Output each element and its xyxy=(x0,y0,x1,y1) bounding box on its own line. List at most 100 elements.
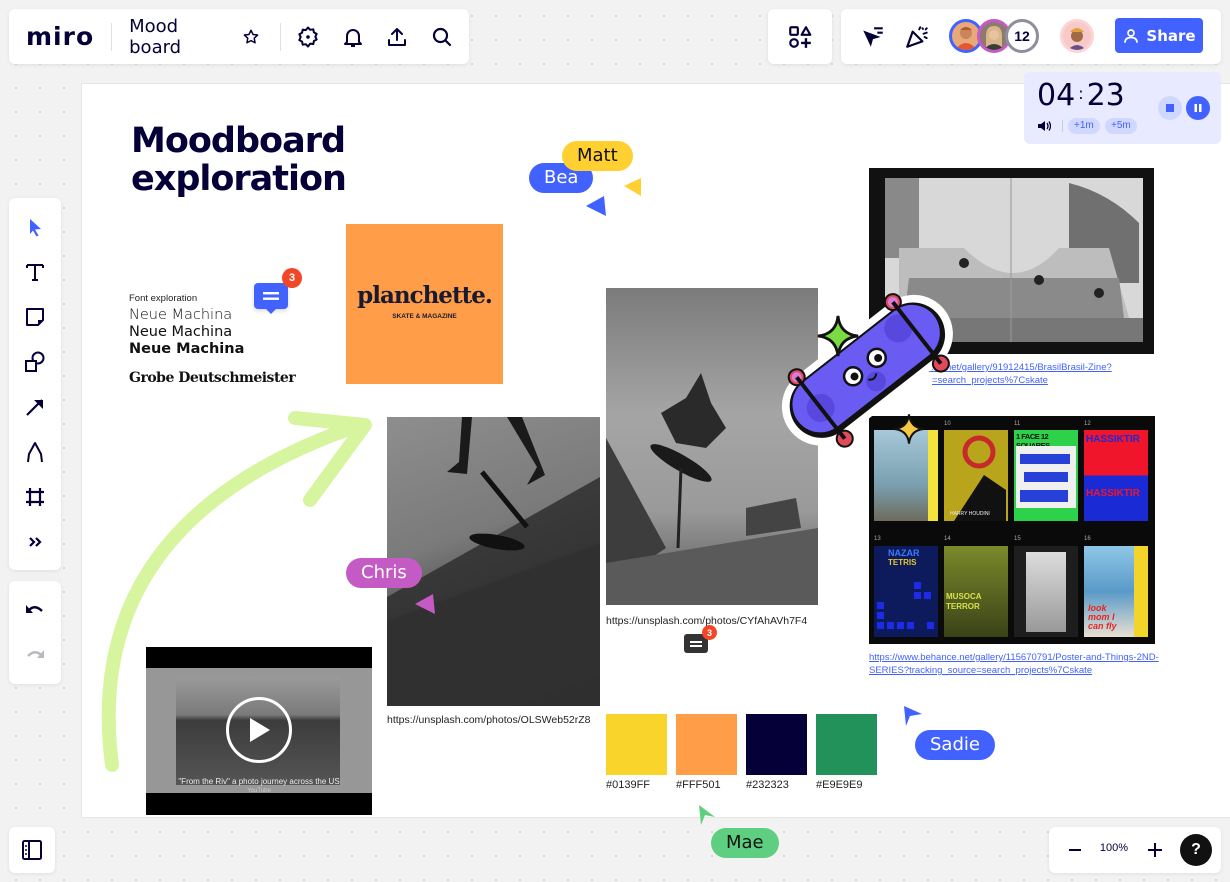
comment-count-badge: 3 xyxy=(702,625,717,640)
board-panel-toggle[interactable] xyxy=(9,827,55,873)
poster xyxy=(1014,546,1078,637)
user-icon xyxy=(1124,28,1139,43)
pen-tool[interactable] xyxy=(9,430,61,474)
share-label: Share xyxy=(1146,26,1196,45)
photo-skater-shadow[interactable] xyxy=(387,417,600,706)
apps-button[interactable] xyxy=(768,9,832,64)
add-1m-button[interactable]: +1m xyxy=(1068,118,1100,134)
notifications-icon[interactable] xyxy=(335,19,371,55)
board-title[interactable]: Mood board xyxy=(129,16,235,58)
swatch-label: #0139FF xyxy=(606,779,651,791)
pause-timer-button[interactable] xyxy=(1186,96,1210,120)
link-line: https://www.behance.net/gallery/11567079… xyxy=(869,652,1159,663)
poster-number: 14 xyxy=(944,536,951,542)
undo-button[interactable] xyxy=(9,589,61,631)
timer-minutes: 04 xyxy=(1037,78,1076,113)
timer-display: 04:23 xyxy=(1037,78,1125,113)
sticky-note-icon xyxy=(26,308,44,326)
shapes-icon xyxy=(25,351,45,372)
timer-separator: : xyxy=(1078,84,1084,103)
pen-icon xyxy=(27,442,43,463)
poster: look mom I can fly xyxy=(1084,546,1148,637)
board-heading[interactable]: Moodboard exploration xyxy=(131,121,347,198)
divider xyxy=(111,22,113,51)
miro-logo[interactable]: miro xyxy=(26,22,94,51)
minus-icon xyxy=(1069,849,1081,851)
search-icon[interactable] xyxy=(424,19,460,55)
poster: HASSIKTIR HASSIKTIR xyxy=(1084,430,1148,521)
export-icon[interactable] xyxy=(379,19,415,55)
arrow-tool[interactable] xyxy=(9,385,61,429)
video-source: YouTube xyxy=(247,788,271,794)
creation-toolbar xyxy=(9,198,61,570)
cursor-pointer-bea xyxy=(586,196,606,216)
celebrate-icon[interactable] xyxy=(901,21,933,53)
heading-line-1: Moodboard xyxy=(131,121,346,161)
shapes-plus-icon xyxy=(789,25,812,48)
frame-tool[interactable] xyxy=(9,475,61,519)
select-tool[interactable] xyxy=(9,205,61,249)
color-swatch[interactable] xyxy=(746,714,807,775)
cursor-pointer-matt xyxy=(624,178,641,196)
zoom-level[interactable]: 100% xyxy=(1093,842,1135,854)
frame-icon xyxy=(26,488,44,506)
swatch-label: #232323 xyxy=(746,779,789,791)
settings-icon[interactable] xyxy=(290,19,326,55)
cursor-pointer-chris xyxy=(415,594,435,614)
font-sample-regular: Neue Machina xyxy=(129,324,233,340)
poster-number: 15 xyxy=(1014,536,1021,542)
color-swatch[interactable] xyxy=(676,714,737,775)
link-line: SERIES?tracking_source=search_projects%7… xyxy=(869,665,1093,676)
cursor-icon xyxy=(30,219,41,237)
text-tool[interactable] xyxy=(9,250,61,294)
collaboration-bar: 12 Share xyxy=(841,9,1221,64)
sparkle-icon xyxy=(894,414,924,444)
skateboard-sticker[interactable] xyxy=(768,276,968,466)
behance-link[interactable]: https://www.behance.net/gallery/11567079… xyxy=(869,651,1159,677)
volume-icon[interactable] xyxy=(1036,119,1052,133)
poster-text: MUSOCA TERROR xyxy=(946,592,982,611)
comment-pointer xyxy=(266,309,276,314)
poster-text: HARRY HOUDINI xyxy=(950,511,990,517)
poster-text: HASSIKTIR xyxy=(1086,434,1140,445)
shapes-tool[interactable] xyxy=(9,340,61,384)
comment-icon xyxy=(690,640,702,647)
photo-url[interactable]: https://unsplash.com/photos/OLSWeb52rZ8 xyxy=(387,714,591,726)
color-swatch[interactable] xyxy=(816,714,877,775)
play-button[interactable] xyxy=(226,697,292,763)
poster: NAZAR TETRIS xyxy=(874,546,938,637)
planchette-logo-card[interactable]: planchette. SKATE & MAGAZINE xyxy=(346,224,503,384)
pause-icon xyxy=(1194,104,1202,112)
zoom-in-button[interactable] xyxy=(1143,838,1167,862)
swatch-label: #FFF501 xyxy=(676,779,721,791)
color-swatch[interactable] xyxy=(606,714,667,775)
collaborators-overflow[interactable]: 12 xyxy=(1005,19,1039,53)
star-icon[interactable] xyxy=(239,19,263,55)
help-button[interactable]: ? xyxy=(1180,834,1212,866)
sticky-note-tool[interactable] xyxy=(9,295,61,339)
swatch-label: #E9E9E9 xyxy=(816,779,863,791)
video-embed[interactable]: "From the Riv" a photo journey across th… xyxy=(146,647,372,815)
comment-thread[interactable] xyxy=(254,283,288,314)
more-tools-button[interactable] xyxy=(9,520,61,564)
redo-button[interactable] xyxy=(9,634,61,676)
poster-number: 13 xyxy=(874,536,881,542)
poster-number: 12 xyxy=(1084,421,1091,427)
undo-icon xyxy=(26,605,43,613)
play-icon xyxy=(250,718,270,742)
video-caption: "From the Riv" a photo journey across th… xyxy=(178,777,340,786)
planchette-name: planchette. xyxy=(357,282,493,309)
zoom-out-button[interactable] xyxy=(1063,838,1087,862)
poster-text: HASSIKTIR xyxy=(1086,488,1140,499)
cursor-pointer-sadie xyxy=(904,706,922,726)
plus-icon xyxy=(1148,843,1162,857)
cursor-filter-icon[interactable] xyxy=(857,21,889,53)
add-5m-button[interactable]: +5m xyxy=(1105,118,1137,134)
history-toolbar xyxy=(9,581,61,684)
divider xyxy=(1062,120,1063,132)
share-button[interactable]: Share xyxy=(1115,18,1203,53)
stop-timer-button[interactable] xyxy=(1158,96,1182,120)
board-header: miro Mood board xyxy=(9,9,469,64)
poster-number: 16 xyxy=(1084,536,1091,542)
current-user-avatar[interactable] xyxy=(1060,19,1094,53)
